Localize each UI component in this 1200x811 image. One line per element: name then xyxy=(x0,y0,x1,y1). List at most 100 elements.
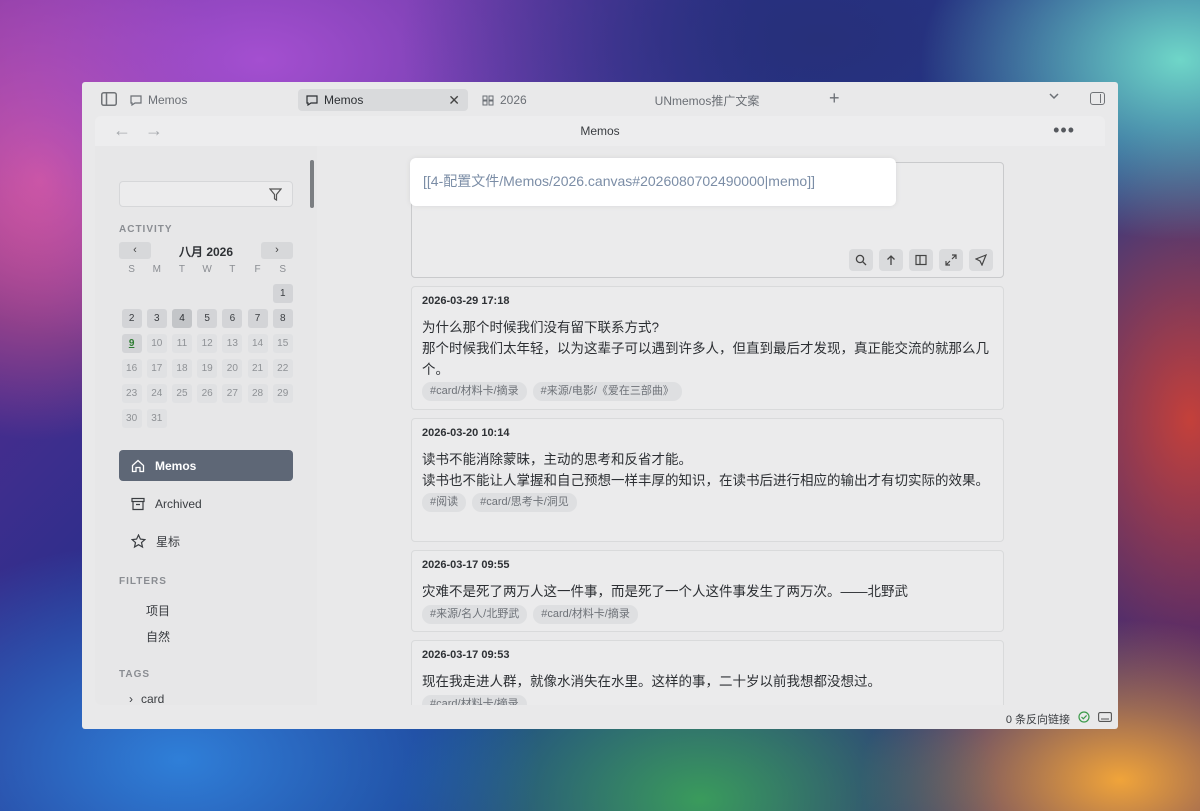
memo-card[interactable]: 2026-03-17 09:53 现在我走进人群，就像水消失在水里。这样的事，二… xyxy=(411,640,1004,705)
memo-tag[interactable]: #card/材料卡/摘录 xyxy=(422,695,527,705)
tab-memos-1[interactable]: Memos xyxy=(122,89,242,111)
calendar-day[interactable]: 26 xyxy=(197,384,218,403)
calendar-day[interactable]: 9 xyxy=(121,334,142,353)
tag-tree-item[interactable]: › card xyxy=(129,692,164,705)
next-month-button[interactable]: › xyxy=(261,242,293,259)
tab-2026[interactable]: 2026 xyxy=(474,89,594,111)
memo-line: 现在我走进人群，就像水消失在水里。这样的事，二十岁以前我想都没想过。 xyxy=(422,674,881,689)
calendar-day[interactable]: 10 xyxy=(146,334,167,353)
home-icon xyxy=(131,459,145,472)
calendar-day[interactable]: 24 xyxy=(146,384,167,403)
calendar-day[interactable]: 30 xyxy=(121,409,142,428)
weekday-label: S xyxy=(279,264,287,275)
canvas-link-text[interactable]: [[4-配置文件/Memos/2026.canvas#2026080702490… xyxy=(423,171,815,191)
keyboard-icon[interactable] xyxy=(1098,712,1112,722)
calendar-day[interactable]: 7 xyxy=(247,309,268,328)
nav-label: Memos xyxy=(155,458,197,473)
calendar-day[interactable]: 3 xyxy=(146,309,167,328)
calendar-day[interactable]: 27 xyxy=(222,384,243,403)
memo-tag[interactable]: #阅读 xyxy=(422,493,467,512)
memo-tag[interactable]: #来源/名人/北野武 xyxy=(422,605,528,624)
memos-main: [[4-配置文件/Memos/2026.canvas#2026080702490… xyxy=(317,146,1105,705)
memo-timestamp: 2026-03-17 09:53 xyxy=(422,649,510,661)
status-bar: 0 条反向链接 xyxy=(82,705,1118,729)
pane-title: Memos xyxy=(580,124,620,138)
calendar-day[interactable]: 13 xyxy=(222,334,243,353)
calendar-day[interactable]: 19 xyxy=(197,359,218,378)
expand-button[interactable] xyxy=(939,249,963,271)
calendar-day[interactable]: 8 xyxy=(272,309,293,328)
memo-timestamp: 2026-03-29 17:18 xyxy=(422,295,510,307)
tab-bar: Memos Memos ✕ 2026 UNmemos推广文案 + xyxy=(82,82,1118,116)
calendar-day[interactable]: 29 xyxy=(272,384,293,403)
send-icon xyxy=(975,254,987,266)
sidebar-scrollbar[interactable] xyxy=(310,160,314,208)
weekday-label: S xyxy=(128,264,135,275)
filter-item[interactable]: 项目 xyxy=(146,602,170,619)
weekday-label: F xyxy=(254,264,261,275)
memo-tag[interactable]: #card/思考卡/洞见 xyxy=(472,493,577,512)
calendar-day[interactable]: 5 xyxy=(197,309,218,328)
calendar-day[interactable]: 31 xyxy=(146,409,167,428)
calendar-day[interactable]: 15 xyxy=(272,334,293,353)
close-tab-icon[interactable]: ✕ xyxy=(448,92,460,109)
calendar-day[interactable]: 25 xyxy=(171,384,192,403)
nav-archived[interactable]: Archived xyxy=(119,488,293,519)
memo-timestamp: 2026-03-17 09:55 xyxy=(422,559,510,571)
memo-tag[interactable]: #card/材料卡/摘录 xyxy=(533,605,638,624)
tab-label: Memos xyxy=(324,93,364,107)
calendar-day[interactable]: 4 xyxy=(171,309,192,328)
left-sidebar-toggle-icon[interactable] xyxy=(101,92,117,106)
calendar-day[interactable]: 18 xyxy=(171,359,192,378)
nav-starred[interactable]: 星标 xyxy=(119,526,293,557)
toggle-panel-button[interactable] xyxy=(909,249,933,271)
activity-heading: ACTIVITY xyxy=(119,224,173,235)
memo-line: 那个时候我们太年轻，以为这辈子可以遇到许多人，但直到最后才发现，真正能交流的就那… xyxy=(422,341,989,377)
tab-memos-active[interactable]: Memos ✕ xyxy=(298,89,468,111)
window-title[interactable]: UNmemos推广文案 xyxy=(642,92,772,109)
calendar-day[interactable]: 12 xyxy=(197,334,218,353)
new-tab-icon[interactable]: + xyxy=(829,88,840,109)
tab-label: 2026 xyxy=(500,93,527,107)
calendar-day[interactable]: 2 xyxy=(121,309,142,328)
send-button[interactable] xyxy=(969,249,993,271)
obsidian-window: Memos Memos ✕ 2026 UNmemos推广文案 + ← → Mem… xyxy=(82,82,1118,729)
calendar-day[interactable]: 14 xyxy=(247,334,268,353)
calendar-day[interactable]: 17 xyxy=(146,359,167,378)
search-input[interactable] xyxy=(126,182,266,206)
memo-line: 读书也不能让人掌握和自己预想一样丰厚的知识，在读书后进行相应的输出才有切实际的效… xyxy=(422,473,989,488)
backlinks-count[interactable]: 0 条反向链接 xyxy=(1006,711,1070,727)
calendar-blank xyxy=(147,284,167,303)
search-button[interactable] xyxy=(849,249,873,271)
calendar-day[interactable]: 28 xyxy=(247,384,268,403)
memo-tag[interactable]: #card/材料卡/摘录 xyxy=(422,382,527,401)
upload-button[interactable] xyxy=(879,249,903,271)
filter-icon[interactable] xyxy=(269,188,282,201)
memo-card[interactable]: 2026-03-20 10:14 读书不能消除蒙昧，主动的思考和反省才能。 读书… xyxy=(411,418,1004,542)
chevron-down-icon[interactable] xyxy=(1048,90,1060,102)
calendar-day[interactable]: 22 xyxy=(272,359,293,378)
more-options-icon[interactable]: ••• xyxy=(1053,120,1075,141)
nav-label: Archived xyxy=(155,496,202,511)
calendar-day[interactable]: 16 xyxy=(121,359,142,378)
calendar-blank xyxy=(122,284,142,303)
calendar-blank xyxy=(197,284,217,303)
calendar-day[interactable]: 6 xyxy=(222,309,243,328)
memo-line: 读书不能消除蒙昧，主动的思考和反省才能。 xyxy=(422,452,692,467)
sync-check-icon[interactable] xyxy=(1078,711,1090,723)
memo-timestamp: 2026-03-20 10:14 xyxy=(422,427,510,439)
calendar-day[interactable]: 20 xyxy=(222,359,243,378)
filter-item[interactable]: 自然 xyxy=(146,628,170,645)
calendar-blank xyxy=(222,284,242,303)
memo-tag[interactable]: #来源/电影/《爱在三部曲》 xyxy=(532,382,682,401)
right-sidebar-toggle-icon[interactable] xyxy=(1090,92,1105,105)
calendar-day[interactable]: 23 xyxy=(121,384,142,403)
calendar-day[interactable]: 11 xyxy=(171,334,192,353)
calendar-day[interactable]: 1 xyxy=(272,284,293,303)
memo-card[interactable]: 2026-03-17 09:55 灾难不是死了两万人这一件事，而是死了一个人这件… xyxy=(411,550,1004,632)
memo-card[interactable]: 2026-03-29 17:18 为什么那个时候我们没有留下联系方式? 那个时候… xyxy=(411,286,1004,410)
link-preview-highlight: [[4-配置文件/Memos/2026.canvas#2026080702490… xyxy=(410,158,896,206)
nav-memos[interactable]: Memos xyxy=(119,450,293,481)
calendar-day[interactable]: 21 xyxy=(247,359,268,378)
tags-heading: TAGS xyxy=(119,669,151,680)
